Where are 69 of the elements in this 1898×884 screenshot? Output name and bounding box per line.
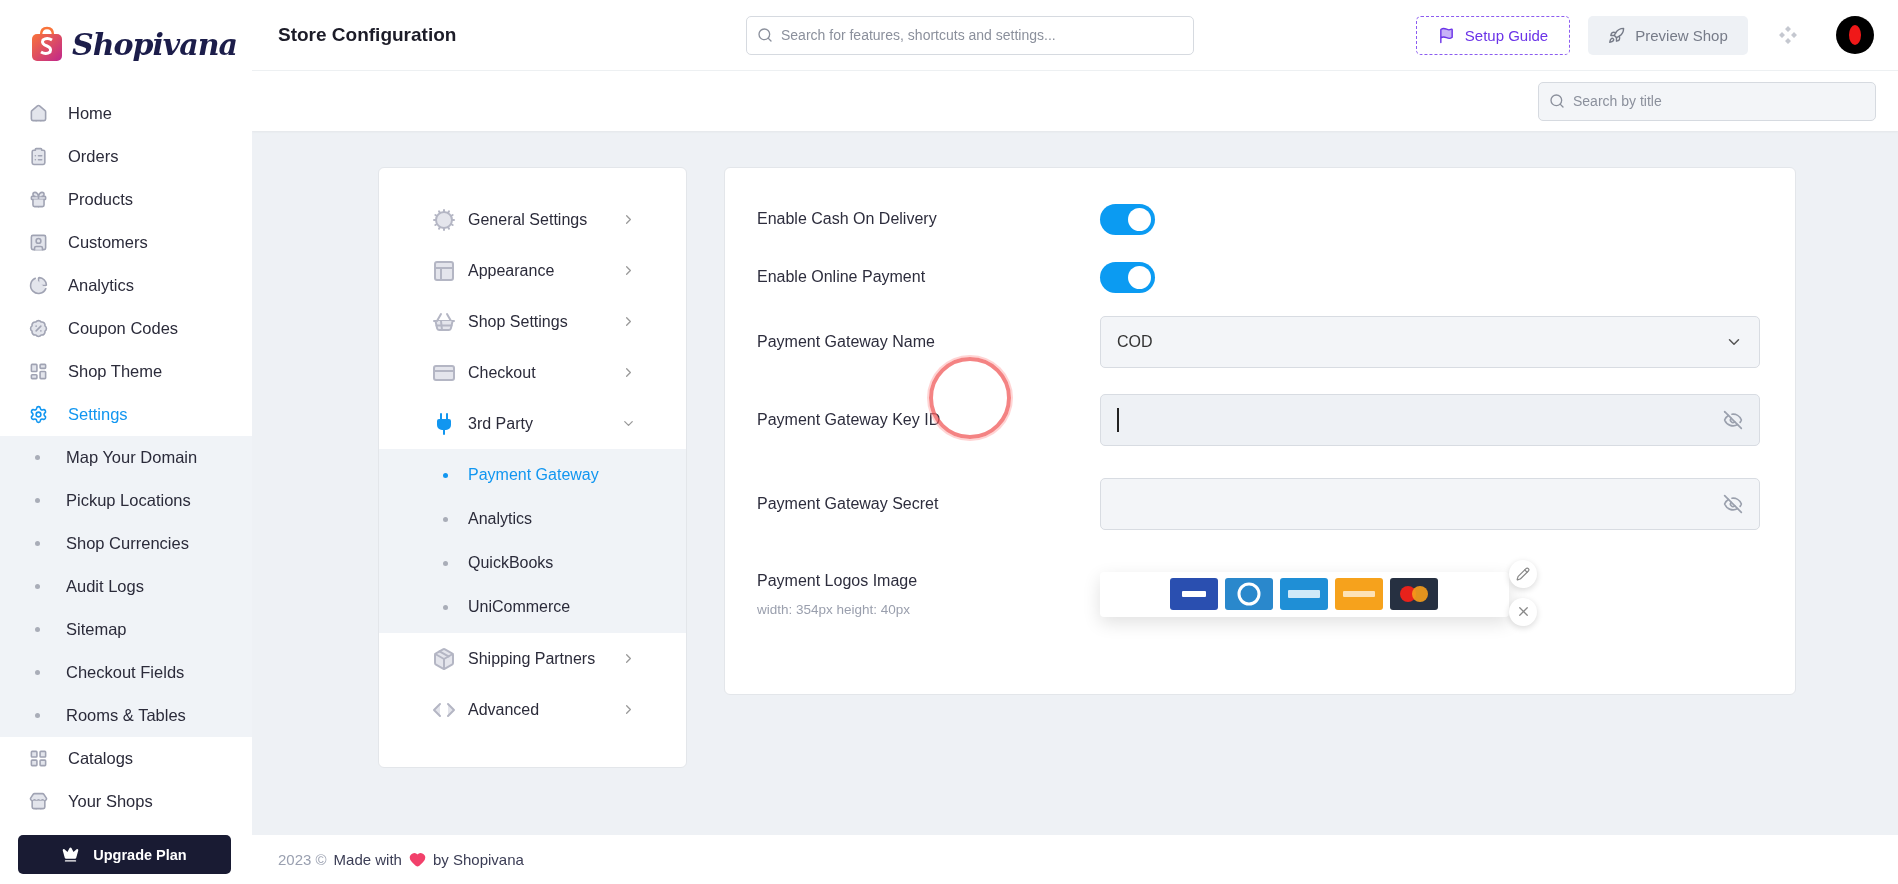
- sidebar-item[interactable]: Products: [0, 178, 252, 221]
- pencil-icon: [1516, 566, 1530, 581]
- diamond-grid-icon[interactable]: [1778, 25, 1798, 45]
- field-label: Payment Gateway Name: [757, 333, 936, 351]
- settings-menu-item[interactable]: 3rd Party: [379, 398, 686, 449]
- sidebar-item[interactable]: Your Shops: [0, 780, 252, 823]
- settings-menu-item[interactable]: Advanced: [379, 684, 686, 735]
- settings-menu-item[interactable]: Checkout: [379, 347, 686, 398]
- settings-menu-item[interactable]: Appearance: [379, 245, 686, 296]
- user-card-icon: [29, 233, 48, 252]
- sidebar-item[interactable]: Catalogs: [0, 737, 252, 780]
- sidebar-item[interactable]: Home: [0, 92, 252, 135]
- gear-icon: [29, 405, 48, 424]
- avatar[interactable]: [1836, 16, 1874, 54]
- submenu-item[interactable]: Shop Currencies: [0, 522, 252, 565]
- footer-text: Made with: [333, 851, 402, 868]
- percent-badge-icon: [29, 319, 48, 338]
- logo-text: Shopivana: [72, 26, 237, 62]
- shopping-bag-logo-icon: [30, 26, 64, 62]
- preview-shop-button[interactable]: Preview Shop: [1588, 15, 1748, 55]
- sidebar-item[interactable]: Analytics: [0, 264, 252, 307]
- upgrade-plan-button[interactable]: Upgrade Plan: [18, 835, 231, 874]
- settings-submenu-item[interactable]: UniCommerce: [379, 585, 686, 629]
- submenu-item[interactable]: Sitemap: [0, 608, 252, 651]
- store-icon: [29, 792, 48, 811]
- sidebar-item[interactable]: Coupon Codes: [0, 307, 252, 350]
- search-icon: [1549, 93, 1565, 109]
- field-label: Payment Logos Image: [757, 571, 919, 590]
- settings-submenu-item[interactable]: QuickBooks: [379, 541, 686, 585]
- flag-icon: [1437, 26, 1455, 44]
- toggle-switch[interactable]: [1100, 203, 1155, 235]
- settings-submenu-item[interactable]: Analytics: [379, 497, 686, 541]
- edit-button[interactable]: [1509, 559, 1537, 588]
- submenu-item[interactable]: Rooms & Tables: [0, 694, 252, 737]
- eye-off-icon: [1723, 410, 1743, 430]
- settings-menu-item[interactable]: General Settings: [379, 194, 686, 245]
- settings-menu-item[interactable]: Shipping Partners: [379, 633, 686, 684]
- search-icon: [757, 27, 773, 43]
- gift-icon: [29, 190, 48, 209]
- submenu-item[interactable]: Pickup Locations: [0, 479, 252, 522]
- password-field[interactable]: [1100, 394, 1760, 446]
- select-field[interactable]: COD: [1100, 316, 1760, 368]
- home-icon: [29, 104, 48, 123]
- remove-button[interactable]: [1509, 597, 1537, 626]
- clipboard-icon: [29, 147, 48, 166]
- setup-guide-button[interactable]: Setup Guide: [1416, 15, 1570, 55]
- rocket-icon: [1608, 26, 1626, 44]
- heart-icon: [408, 851, 426, 868]
- password-field[interactable]: [1100, 478, 1760, 530]
- settings-menu-item[interactable]: Shop Settings: [379, 296, 686, 347]
- sidebar-item[interactable]: Orders: [0, 135, 252, 178]
- field-label: Enable Cash On Delivery: [757, 210, 938, 228]
- submenu-item[interactable]: Map Your Domain: [0, 436, 252, 479]
- sidebar-item[interactable]: Shop Theme: [0, 350, 252, 393]
- submenu-item[interactable]: Checkout Fields: [0, 651, 252, 694]
- field-label: Enable Online Payment: [757, 268, 927, 286]
- page-title: Store Configuration: [278, 24, 458, 46]
- footer-text: by Shopivana: [432, 851, 524, 868]
- layout-icon: [29, 362, 48, 381]
- grid-icon: [29, 749, 48, 768]
- copyright-year: 2023 ©: [278, 851, 327, 868]
- eye-off-icon: [1723, 494, 1743, 514]
- crown-icon: [62, 846, 80, 863]
- sidebar-item[interactable]: Customers: [0, 221, 252, 264]
- submenu-item[interactable]: Audit Logs: [0, 565, 252, 608]
- size-hint: width: 354px height: 40px: [757, 601, 912, 617]
- pie-chart-icon: [29, 276, 48, 295]
- toggle-switch[interactable]: [1100, 261, 1155, 293]
- field-label: Payment Gateway Secret: [757, 495, 940, 513]
